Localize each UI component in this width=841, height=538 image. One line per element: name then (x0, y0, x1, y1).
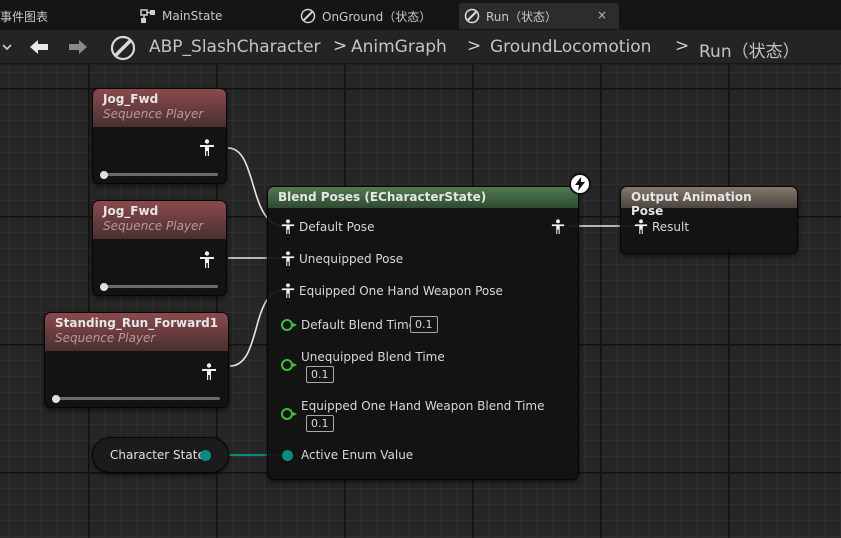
default-blend-time-input[interactable]: 0.1 (410, 316, 438, 333)
variable-label: Character State (110, 448, 205, 462)
pin-equipped-pose[interactable]: Equipped One Hand Weapon Pose (281, 283, 503, 299)
breadcrumb-separator: > (467, 36, 482, 56)
pin-unequipped-blend-time[interactable] (281, 359, 297, 371)
back-button[interactable] (28, 36, 50, 58)
node-header: Blend Poses (ECharacterState) (268, 187, 578, 208)
pin-label: Unequipped Blend Time (301, 350, 445, 364)
node-jog-fwd-2[interactable]: Jog_Fwd Sequence Player (92, 200, 227, 296)
close-icon[interactable]: × (597, 8, 607, 22)
breadcrumb-item[interactable]: Run（状态） (699, 37, 800, 62)
playback-slider[interactable] (100, 170, 218, 179)
pin-label: Default Pose (299, 220, 375, 234)
node-title: Blend Poses (ECharacterState) (278, 190, 487, 204)
node-header: Standing_Run_Forward1 Sequence Player (45, 313, 228, 351)
pose-person-icon (281, 283, 295, 298)
pose-person-icon[interactable] (199, 139, 215, 157)
pose-person-icon[interactable] (201, 363, 217, 381)
node-header: Output Animation Pose (621, 187, 797, 218)
node-title: Jog_Fwd (103, 92, 159, 106)
slider-knob[interactable] (52, 394, 60, 403)
breadcrumb-item[interactable]: AnimGraph (351, 37, 447, 57)
chevron-down-icon[interactable] (2, 41, 12, 53)
node-subtitle: Sequence Player (55, 331, 156, 345)
node-header: Jog_Fwd Sequence Player (93, 201, 226, 239)
equipped-blend-time-input[interactable]: 0.1 (306, 415, 334, 432)
state-machine-icon (140, 9, 155, 23)
fast-path-badge (569, 173, 591, 195)
slider-knob[interactable] (100, 282, 108, 291)
pose-person-icon (281, 251, 295, 266)
breadcrumb-item[interactable]: ABP_SlashCharacter (149, 37, 321, 57)
slider-knob[interactable] (100, 170, 108, 179)
pose-person-icon (634, 219, 648, 234)
breadcrumb-separator: > (333, 36, 348, 56)
breadcrumb-bar: ABP_SlashCharacter > AnimGraph > GroundL… (0, 30, 841, 64)
pin-label: Equipped One Hand Weapon Pose (299, 284, 503, 298)
tab-label: Run（状态） (486, 9, 558, 24)
back-arrow-icon (30, 40, 48, 54)
pose-person-icon[interactable] (551, 219, 565, 235)
pin-label: Active Enum Value (301, 448, 414, 462)
tab-onground-state[interactable]: OnGround（状态） (300, 3, 455, 29)
pin-equipped-blend-time[interactable] (281, 408, 297, 420)
node-header: Jog_Fwd Sequence Player (93, 89, 226, 127)
pin-default-blend-time[interactable]: Default Blend Time (281, 318, 416, 332)
node-subtitle: Sequence Player (103, 107, 204, 121)
node-standing-run-forward[interactable]: Standing_Run_Forward1 Sequence Player (44, 312, 229, 408)
node-title: Standing_Run_Forward1 (55, 316, 219, 330)
float-pin-icon (281, 408, 297, 420)
pin-default-pose[interactable]: Default Pose (281, 219, 374, 235)
breadcrumb-item[interactable]: GroundLocomotion (490, 37, 651, 57)
node-blend-poses[interactable]: Blend Poses (ECharacterState) Default Po… (267, 186, 579, 480)
unequipped-blend-time-input[interactable]: 0.1 (306, 366, 334, 383)
pin-active-enum-value[interactable]: Active Enum Value (282, 448, 413, 462)
pin-result[interactable]: Result (634, 219, 689, 235)
tab-label: MainState (162, 9, 223, 23)
pin-label: Result (652, 220, 690, 234)
breadcrumb-separator: > (675, 36, 690, 56)
anim-state-icon (464, 8, 480, 24)
tab-label: OnGround（状态） (322, 9, 432, 24)
playback-slider[interactable] (100, 282, 218, 291)
node-jog-fwd-1[interactable]: Jog_Fwd Sequence Player (92, 88, 227, 184)
forward-button[interactable] (67, 36, 89, 58)
pin-unequipped-pose[interactable]: Unequipped Pose (281, 251, 403, 267)
playback-slider[interactable] (52, 394, 220, 403)
forward-arrow-icon (69, 40, 87, 54)
node-subtitle: Sequence Player (103, 219, 204, 233)
pose-person-icon[interactable] (199, 251, 215, 269)
float-pin-icon (281, 319, 297, 331)
tab-main-state[interactable]: MainState (140, 3, 290, 29)
node-character-state[interactable]: Character State (92, 437, 229, 473)
node-title: Output Animation Pose (631, 190, 752, 218)
tab-label: 事件图表 (0, 9, 49, 24)
pin-label: Equipped One Hand Weapon Blend Time (301, 399, 545, 413)
tab-bar: 事件图表 MainState OnGround（状态） Run（状态） × (0, 0, 841, 30)
anim-blueprint-icon (110, 35, 136, 61)
float-pin-icon (281, 359, 297, 371)
node-title: Jog_Fwd (103, 204, 159, 218)
tab-run-state[interactable]: Run（状态） × (459, 3, 619, 29)
pin-label: Unequipped Pose (299, 252, 404, 266)
pin-label: Default Blend Time (301, 318, 417, 332)
pose-person-icon (281, 219, 295, 234)
lightning-icon (575, 177, 585, 191)
node-output-animation-pose[interactable]: Output Animation Pose Result (620, 186, 798, 254)
enum-pin-icon (282, 449, 293, 461)
tab-event-graph[interactable]: 事件图表 (0, 3, 120, 29)
enum-output-pin[interactable] (200, 450, 211, 461)
anim-state-icon (300, 8, 316, 24)
